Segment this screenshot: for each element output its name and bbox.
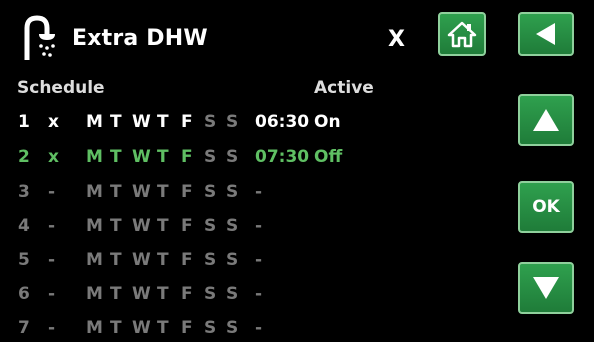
day-label: T [157, 182, 169, 202]
row-time: 06:30 [255, 112, 310, 132]
schedule-row[interactable]: 3-MTWTFSS- [0, 182, 510, 206]
row-active: On [314, 112, 341, 132]
day-label: F [181, 147, 193, 167]
row-number: 4 [18, 216, 30, 236]
extra-dhw-screen: Extra DHW X Schedule Active 1 x M T W T F S S 06:… [0, 0, 594, 338]
arrow-left-icon [536, 23, 555, 45]
day-label: F [181, 216, 193, 236]
day-label: S [226, 216, 239, 236]
day-label: S [204, 250, 217, 270]
day-label: F [181, 318, 193, 338]
day-label: M [86, 112, 103, 132]
day-label: F [181, 250, 193, 270]
schedule-row[interactable]: 6-MTWTFSS- [0, 284, 510, 308]
row-mark: - [48, 216, 56, 236]
day-label: T [110, 147, 122, 167]
scroll-up-button[interactable] [518, 94, 574, 146]
row-active: Off [314, 147, 343, 167]
row-mark: - [48, 182, 56, 202]
day-label: T [110, 284, 122, 304]
row-number: 7 [18, 318, 30, 338]
row-time: 07:30 [255, 147, 310, 167]
day-label: S [226, 284, 239, 304]
day-label: T [157, 318, 169, 338]
row-number: 1 [18, 112, 30, 132]
day-label: W [132, 182, 151, 202]
active-header: Active [314, 78, 374, 98]
day-label: M [86, 250, 103, 270]
close-button[interactable]: X [388, 27, 405, 52]
row-mark: - [48, 284, 56, 304]
back-button[interactable] [518, 12, 574, 56]
day-label: S [226, 112, 239, 132]
day-label: S [204, 182, 217, 202]
row-number: 5 [18, 250, 30, 270]
row-number: 3 [18, 182, 30, 202]
row-time: - [255, 318, 263, 338]
day-label: S [204, 147, 217, 167]
day-label: M [86, 216, 103, 236]
day-label: W [132, 250, 151, 270]
day-label: S [204, 318, 217, 338]
day-label: F [181, 182, 193, 202]
day-label: M [86, 318, 103, 338]
row-time: - [255, 216, 263, 236]
day-label: W [132, 147, 151, 167]
day-label: T [157, 147, 169, 167]
ok-button[interactable]: OK [518, 181, 574, 233]
day-label: M [86, 182, 103, 202]
schedule-row[interactable]: 2 x M T W T F S S 07:30 Off [0, 147, 510, 171]
day-label: S [226, 250, 239, 270]
row-mark: - [48, 250, 56, 270]
row-mark: x [48, 147, 59, 167]
day-label: S [226, 147, 239, 167]
day-label: F [181, 112, 193, 132]
schedule-row[interactable]: 1 x M T W T F S S 06:30 On [0, 112, 510, 136]
home-icon [447, 21, 477, 48]
day-label: W [132, 318, 151, 338]
row-mark: x [48, 112, 59, 132]
day-label: T [157, 112, 169, 132]
schedule-row[interactable]: 7-MTWTFSS- [0, 318, 510, 342]
page-title: Extra DHW [72, 26, 208, 51]
day-label: M [86, 284, 103, 304]
row-mark: - [48, 318, 56, 338]
day-label: T [110, 318, 122, 338]
day-label: M [86, 147, 103, 167]
shower-icon [24, 15, 55, 60]
row-time: - [255, 182, 263, 202]
row-number: 2 [18, 147, 30, 167]
day-label: W [132, 284, 151, 304]
schedule-row[interactable]: 5-MTWTFSS- [0, 250, 510, 274]
day-label: T [110, 216, 122, 236]
row-number: 6 [18, 284, 30, 304]
home-button[interactable] [438, 12, 486, 56]
day-label: T [110, 250, 122, 270]
day-label: S [226, 182, 239, 202]
day-label: T [157, 284, 169, 304]
day-label: T [110, 182, 122, 202]
row-time: - [255, 284, 263, 304]
day-label: S [204, 216, 217, 236]
row-time: - [255, 250, 263, 270]
arrow-down-icon [533, 277, 559, 299]
day-label: S [226, 318, 239, 338]
schedule-header: Schedule [17, 78, 105, 98]
schedule-row[interactable]: 4-MTWTFSS- [0, 216, 510, 240]
arrow-up-icon [533, 109, 559, 131]
day-label: T [157, 216, 169, 236]
day-label: T [157, 250, 169, 270]
day-label: T [110, 112, 122, 132]
day-label: W [132, 112, 151, 132]
day-label: F [181, 284, 193, 304]
day-label: S [204, 284, 217, 304]
day-label: W [132, 216, 151, 236]
day-label: S [204, 112, 217, 132]
scroll-down-button[interactable] [518, 262, 574, 314]
